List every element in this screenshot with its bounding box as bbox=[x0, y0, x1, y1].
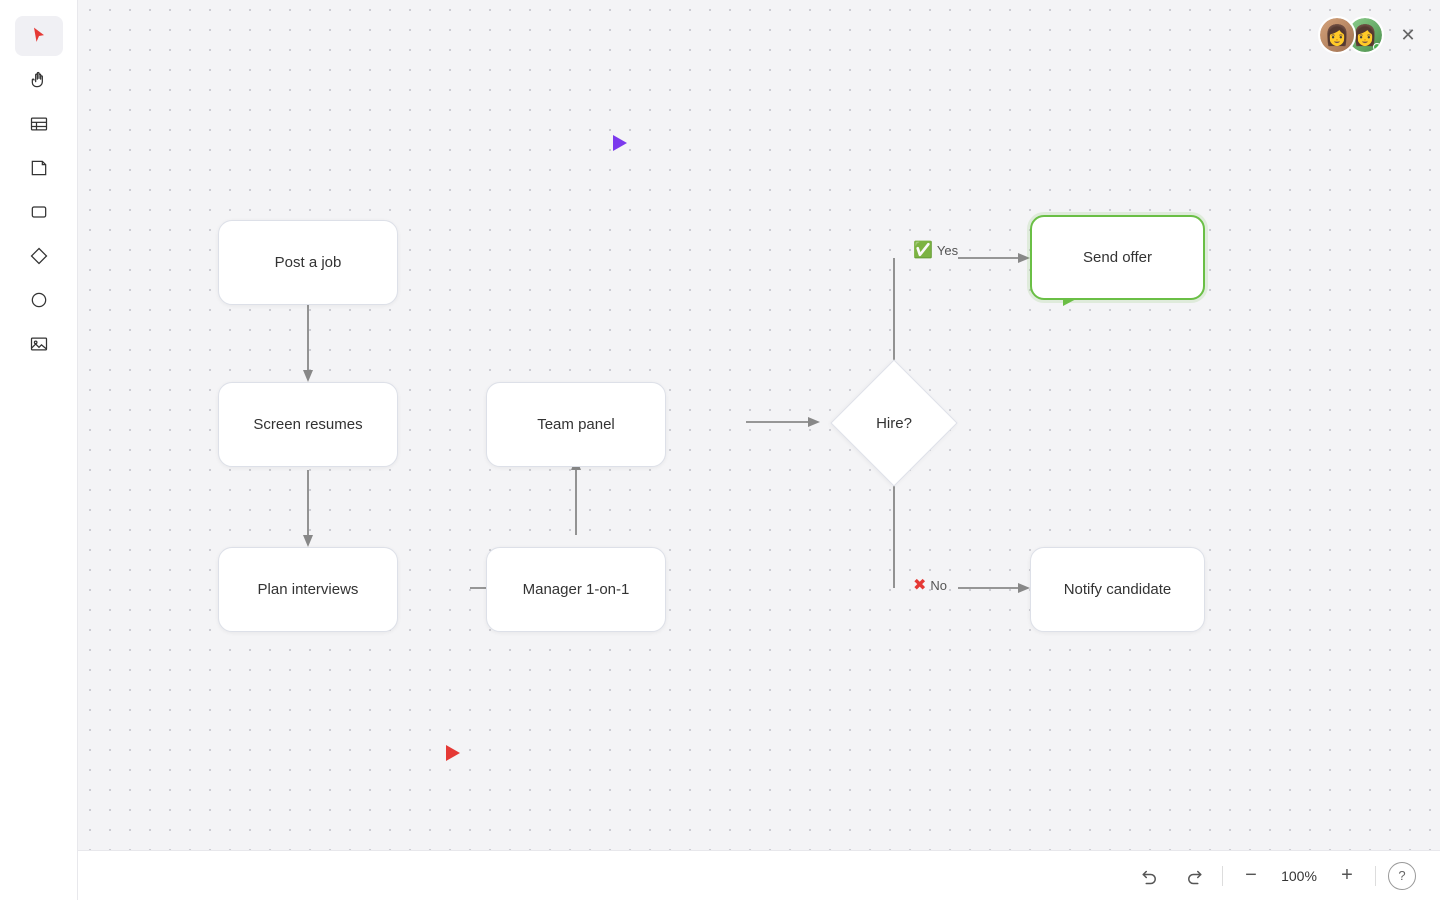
redo-button[interactable] bbox=[1178, 860, 1210, 892]
sidebar-item-table[interactable] bbox=[15, 104, 63, 144]
avatar-group: 👩 👩 bbox=[1318, 16, 1384, 54]
node-notify-candidate[interactable]: Notify candidate bbox=[1030, 547, 1205, 632]
flow-canvas[interactable]: Post a job Screen resumes Plan interview… bbox=[78, 0, 1440, 850]
no-label: ✖ No bbox=[913, 575, 947, 595]
node-screen-resumes[interactable]: Screen resumes bbox=[218, 382, 398, 467]
sidebar-item-pointer[interactable] bbox=[15, 16, 63, 56]
avatar-1: 👩 bbox=[1318, 16, 1356, 54]
sidebar-item-image[interactable] bbox=[15, 324, 63, 364]
cursor-red-bottom bbox=[446, 745, 460, 761]
sidebar-item-diamond[interactable] bbox=[15, 236, 63, 276]
toolbar-divider-1 bbox=[1222, 866, 1223, 886]
close-button[interactable]: ✕ bbox=[1392, 19, 1424, 51]
zoom-out-button[interactable]: − bbox=[1235, 860, 1267, 892]
node-team-panel[interactable]: Team panel bbox=[486, 382, 666, 467]
yes-label: ✅ Yes bbox=[913, 240, 958, 260]
node-plan-interviews[interactable]: Plan interviews bbox=[218, 547, 398, 632]
node-post-job[interactable]: Post a job bbox=[218, 220, 398, 305]
help-button[interactable]: ? bbox=[1388, 862, 1416, 890]
bottom-toolbar: − 100% + ? bbox=[78, 850, 1440, 900]
zoom-in-button[interactable]: + bbox=[1331, 860, 1363, 892]
sidebar-item-rectangle[interactable] bbox=[15, 192, 63, 232]
cursor-purple-top bbox=[613, 135, 627, 151]
sidebar bbox=[0, 0, 78, 900]
online-indicator bbox=[1373, 43, 1381, 51]
top-right-controls: 👩 👩 ✕ bbox=[1318, 16, 1424, 54]
sidebar-item-note[interactable] bbox=[15, 148, 63, 188]
sidebar-item-hand[interactable] bbox=[15, 60, 63, 100]
node-hire-decision[interactable]: Hire? bbox=[838, 378, 950, 468]
node-manager-1on1[interactable]: Manager 1-on-1 bbox=[486, 547, 666, 632]
zoom-level: 100% bbox=[1279, 868, 1319, 884]
sidebar-item-circle[interactable] bbox=[15, 280, 63, 320]
toolbar-divider-2 bbox=[1375, 866, 1376, 886]
node-send-offer[interactable]: Send offer bbox=[1030, 215, 1205, 300]
undo-button[interactable] bbox=[1134, 860, 1166, 892]
